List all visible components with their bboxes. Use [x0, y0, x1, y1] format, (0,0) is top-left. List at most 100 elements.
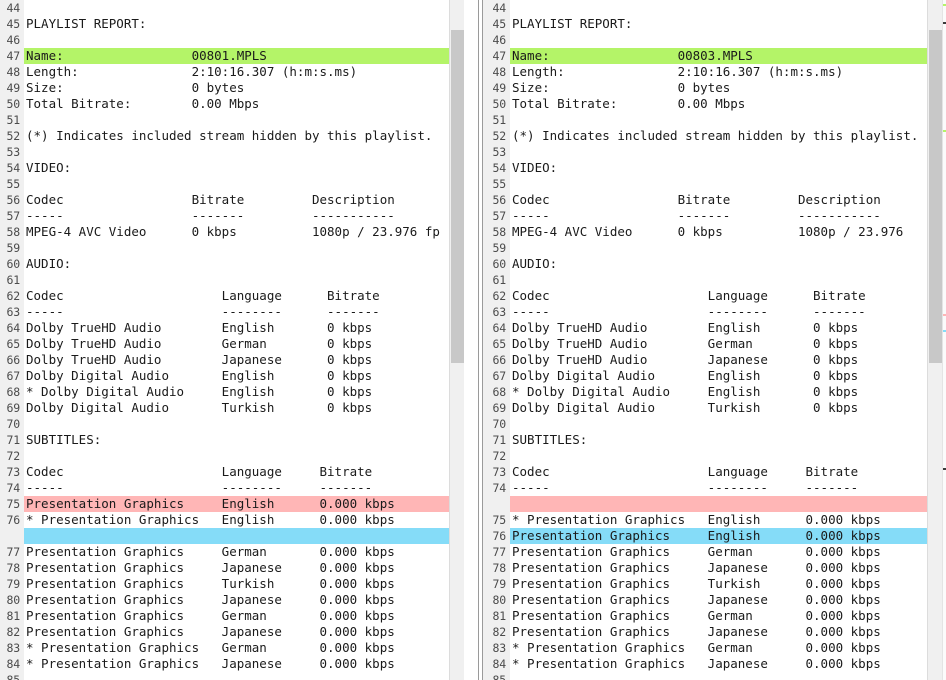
- code-line-row[interactable]: 51: [0, 112, 478, 128]
- code-line-row[interactable]: 51: [483, 112, 946, 128]
- code-line-text[interactable]: [510, 496, 946, 512]
- code-line-text[interactable]: * Dolby Digital Audio English 0 kbps: [510, 384, 946, 400]
- code-line-text[interactable]: Codec Language Bitrate: [24, 288, 478, 304]
- code-line-text[interactable]: * Dolby Digital Audio English 0 kbps: [24, 384, 478, 400]
- code-line-row[interactable]: 52 (*) Indicates included stream hidden b…: [0, 128, 478, 144]
- diff-filler-row[interactable]: [0, 528, 478, 544]
- code-line-row[interactable]: 56 Codec Bitrate Description: [483, 192, 946, 208]
- code-line-text[interactable]: Presentation Graphics English 0.000 kbps: [24, 496, 478, 512]
- code-line-row[interactable]: 73 Codec Language Bitrate: [0, 464, 478, 480]
- code-line-row[interactable]: 61: [483, 272, 946, 288]
- code-line-text[interactable]: [510, 176, 946, 192]
- code-line-text[interactable]: Dolby Digital Audio Turkish 0 kbps: [510, 400, 946, 416]
- code-line-text[interactable]: [510, 112, 946, 128]
- code-line-row[interactable]: 57 ----- ------- -----------: [0, 208, 478, 224]
- code-line-text[interactable]: ----- -------- -------: [510, 304, 946, 320]
- code-line-text[interactable]: Codec Bitrate Description: [510, 192, 946, 208]
- code-line-text[interactable]: [24, 240, 478, 256]
- code-line-row[interactable]: 49 Size: 0 bytes: [483, 80, 946, 96]
- code-line-row[interactable]: 72: [0, 448, 478, 464]
- code-line-text[interactable]: [24, 32, 478, 48]
- code-line-row[interactable]: 60 AUDIO:: [0, 256, 478, 272]
- code-line-row[interactable]: 76 Presentation Graphics English 0.000 kb…: [483, 528, 946, 544]
- code-line-row[interactable]: 74 ----- -------- -------: [0, 480, 478, 496]
- code-line-row[interactable]: 47 Name: 00801.MPLS: [0, 48, 478, 64]
- code-line-text[interactable]: Presentation Graphics Japanese 0.000 kbp…: [24, 560, 478, 576]
- code-line-row[interactable]: 78 Presentation Graphics Japanese 0.000 k…: [0, 560, 478, 576]
- code-line-row[interactable]: 76 * Presentation Graphics English 0.000 …: [0, 512, 478, 528]
- code-line-row[interactable]: 62 Codec Language Bitrate: [483, 288, 946, 304]
- code-line-row[interactable]: 61: [0, 272, 478, 288]
- code-line-row[interactable]: 58 MPEG-4 AVC Video 0 kbps 1080p / 23.976…: [0, 224, 478, 240]
- code-line-text[interactable]: Codec Language Bitrate: [510, 464, 946, 480]
- code-line-text[interactable]: * Presentation Graphics Japanese 0.000 k…: [510, 656, 946, 672]
- code-line-row[interactable]: 70: [0, 416, 478, 432]
- code-line-text[interactable]: Presentation Graphics German 0.000 kbps: [24, 608, 478, 624]
- code-line-row[interactable]: 75 * Presentation Graphics English 0.000 …: [483, 512, 946, 528]
- code-line-row[interactable]: 53: [0, 144, 478, 160]
- code-line-row[interactable]: 80 Presentation Graphics Japanese 0.000 k…: [0, 592, 478, 608]
- code-line-row[interactable]: 67 Dolby Digital Audio English 0 kbps: [0, 368, 478, 384]
- code-line-row[interactable]: 58 MPEG-4 AVC Video 0 kbps 1080p / 23.976: [483, 224, 946, 240]
- code-line-text[interactable]: ----- -------- -------: [510, 480, 946, 496]
- code-line-row[interactable]: 48 Length: 2:10:16.307 (h:m:s.ms): [0, 64, 478, 80]
- code-line-text[interactable]: [510, 0, 946, 16]
- code-line-row[interactable]: 71 SUBTITLES:: [0, 432, 478, 448]
- code-line-row[interactable]: 62 Codec Language Bitrate: [0, 288, 478, 304]
- code-line-row[interactable]: 75 Presentation Graphics English 0.000 kb…: [0, 496, 478, 512]
- code-line-text[interactable]: * Presentation Graphics German 0.000 kbp…: [510, 640, 946, 656]
- code-line-text[interactable]: (*) Indicates included stream hidden by …: [510, 128, 946, 144]
- code-line-row[interactable]: 46: [0, 32, 478, 48]
- code-line-text[interactable]: [510, 272, 946, 288]
- code-line-row[interactable]: 55: [0, 176, 478, 192]
- code-line-row[interactable]: 84 * Presentation Graphics Japanese 0.000…: [483, 656, 946, 672]
- code-line-text[interactable]: MPEG-4 AVC Video 0 kbps 1080p / 23.976 f…: [24, 224, 478, 240]
- code-line-row[interactable]: 83 * Presentation Graphics German 0.000 k…: [0, 640, 478, 656]
- left-code-area[interactable]: 44 45 PLAYLIST REPORT: 46 47 Name: 00801.MPLS…: [0, 0, 478, 680]
- code-line-row[interactable]: 63 ----- -------- -------: [483, 304, 946, 320]
- code-line-text[interactable]: Presentation Graphics German 0.000 kbps: [24, 544, 478, 560]
- code-line-row[interactable]: 44: [0, 0, 478, 16]
- code-line-text[interactable]: Size: 0 bytes: [24, 80, 478, 96]
- code-line-row[interactable]: 82 Presentation Graphics Japanese 0.000 k…: [483, 624, 946, 640]
- code-line-row[interactable]: 77 Presentation Graphics German 0.000 kbp…: [0, 544, 478, 560]
- code-line-row[interactable]: 46: [483, 32, 946, 48]
- code-line-text[interactable]: VIDEO:: [510, 160, 946, 176]
- code-line-text[interactable]: AUDIO:: [24, 256, 478, 272]
- code-line-row[interactable]: 79 Presentation Graphics Turkish 0.000 kb…: [0, 576, 478, 592]
- code-line-text[interactable]: (*) Indicates included stream hidden by …: [24, 128, 478, 144]
- code-line-text[interactable]: [24, 528, 478, 544]
- code-line-row[interactable]: 56 Codec Bitrate Description: [0, 192, 478, 208]
- code-line-row[interactable]: 67 Dolby Digital Audio English 0 kbps: [483, 368, 946, 384]
- code-line-row[interactable]: 73 Codec Language Bitrate: [483, 464, 946, 480]
- left-file-pane[interactable]: 44 45 PLAYLIST REPORT: 46 47 Name: 00801.MPLS…: [0, 0, 478, 680]
- code-line-row[interactable]: 81 Presentation Graphics German 0.000 kbp…: [0, 608, 478, 624]
- code-line-text[interactable]: [24, 0, 478, 16]
- code-line-row[interactable]: 53: [483, 144, 946, 160]
- code-line-text[interactable]: * Presentation Graphics English 0.000 kb…: [510, 512, 946, 528]
- code-line-row[interactable]: 85: [0, 672, 478, 680]
- code-line-text[interactable]: Codec Language Bitrate: [24, 464, 478, 480]
- code-line-text[interactable]: * Presentation Graphics Japanese 0.000 k…: [24, 656, 478, 672]
- code-line-text[interactable]: Presentation Graphics German 0.000 kbps: [510, 608, 946, 624]
- code-line-row[interactable]: 54 VIDEO:: [483, 160, 946, 176]
- left-scrollbar-thumb[interactable]: [451, 30, 464, 363]
- code-line-text[interactable]: Size: 0 bytes: [510, 80, 946, 96]
- code-line-text[interactable]: ----- ------- -----------: [510, 208, 946, 224]
- diff-overview-map[interactable]: [942, 0, 946, 680]
- code-line-text[interactable]: [24, 416, 478, 432]
- code-line-text[interactable]: Codec Bitrate Description: [24, 192, 478, 208]
- code-line-text[interactable]: [510, 416, 946, 432]
- right-vertical-scrollbar[interactable]: [927, 0, 942, 680]
- code-line-text[interactable]: Presentation Graphics Japanese 0.000 kbp…: [510, 624, 946, 640]
- code-line-text[interactable]: [510, 32, 946, 48]
- code-line-row[interactable]: 57 ----- ------- -----------: [483, 208, 946, 224]
- code-line-text[interactable]: [24, 144, 478, 160]
- code-line-row[interactable]: 50 Total Bitrate: 0.00 Mbps: [483, 96, 946, 112]
- code-line-text[interactable]: Length: 2:10:16.307 (h:m:s.ms): [510, 64, 946, 80]
- code-line-text[interactable]: Dolby Digital Audio English 0 kbps: [510, 368, 946, 384]
- code-line-row[interactable]: 81 Presentation Graphics German 0.000 kbp…: [483, 608, 946, 624]
- code-line-row[interactable]: 64 Dolby TrueHD Audio English 0 kbps: [0, 320, 478, 336]
- code-line-row[interactable]: 65 Dolby TrueHD Audio German 0 kbps: [0, 336, 478, 352]
- code-line-row[interactable]: 66 Dolby TrueHD Audio Japanese 0 kbps: [0, 352, 478, 368]
